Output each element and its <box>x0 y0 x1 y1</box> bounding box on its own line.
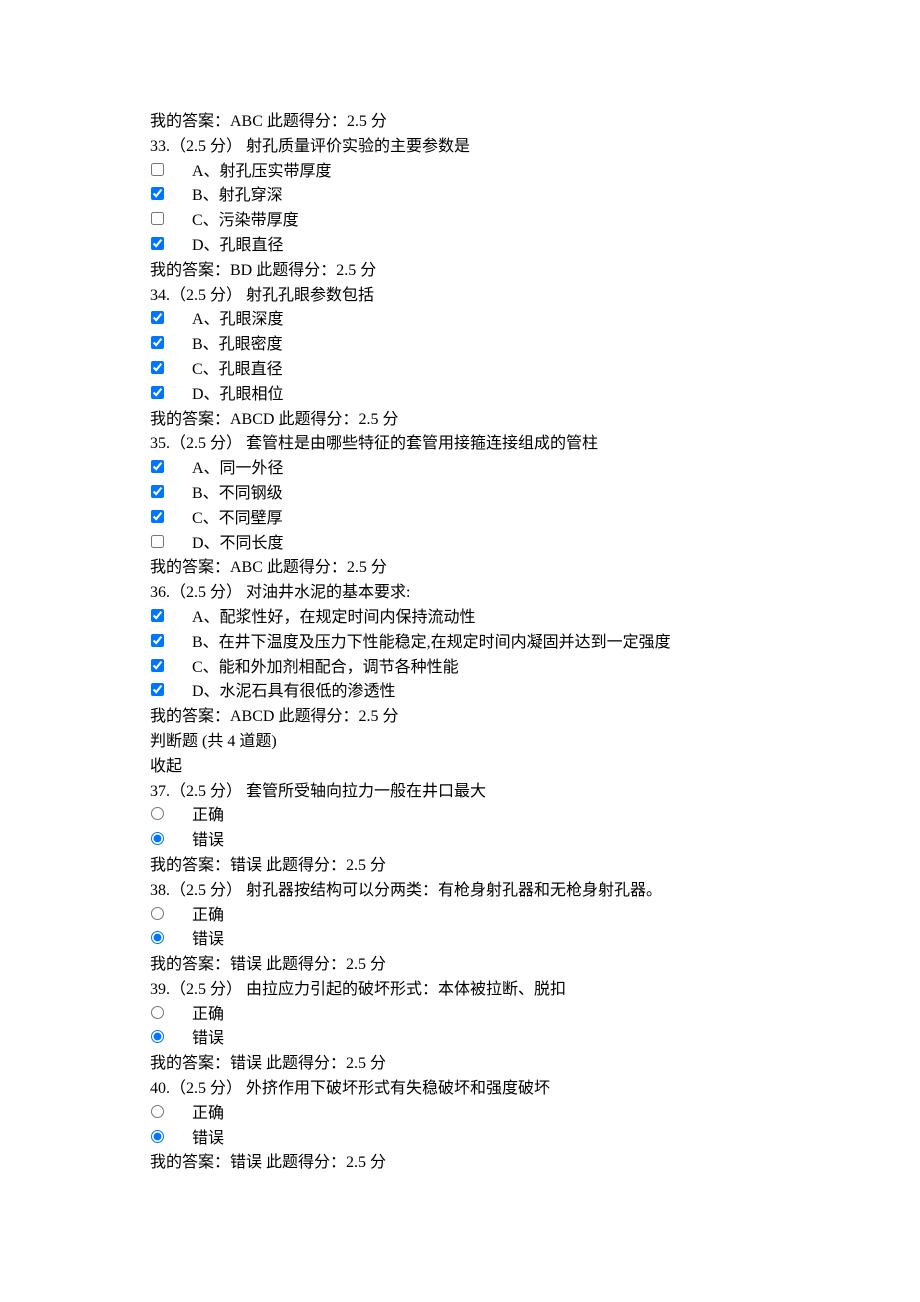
q35-option-c-text: C、不同壁厚 <box>192 507 780 532</box>
q36-checkbox-c[interactable] <box>151 659 164 672</box>
q38-radio-correct[interactable] <box>151 907 164 920</box>
q34-option-b: B、孔眼密度 <box>150 333 780 358</box>
q40-title: 40.（2.5 分） 外挤作用下破坏形式有失稳破坏和强度破坏 <box>150 1077 780 1102</box>
q36-option-c: C、能和外加剂相配合，调节各种性能 <box>150 656 780 681</box>
q35-option-a: A、同一外径 <box>150 457 780 482</box>
q37-incorrect-label: 错误 <box>192 829 780 854</box>
q39-title: 39.（2.5 分） 由拉应力引起的破坏形式：本体被拉断、脱扣 <box>150 978 780 1003</box>
q33-option-d: D、孔眼直径 <box>150 234 780 259</box>
q36-option-d-text: D、水泥石具有很低的渗透性 <box>192 680 780 705</box>
q34-option-d-text: D、孔眼相位 <box>192 383 780 408</box>
q37-option-incorrect: 错误 <box>150 829 780 854</box>
q38-title: 38.（2.5 分） 射孔器按结构可以分两类：有枪身射孔器和无枪身射孔器。 <box>150 879 780 904</box>
q34-option-d: D、孔眼相位 <box>150 383 780 408</box>
q33-checkbox-c[interactable] <box>151 212 164 225</box>
q35-title: 35.（2.5 分） 套管柱是由哪些特征的套管用接箍连接组成的管柱 <box>150 432 780 457</box>
q40-correct-label: 正确 <box>192 1102 780 1127</box>
q35-option-d: D、不同长度 <box>150 532 780 557</box>
q38-option-correct: 正确 <box>150 904 780 929</box>
q36-option-b-text: B、在井下温度及压力下性能稳定,在规定时间内凝固并达到一定强度 <box>192 631 780 656</box>
q34-checkbox-b[interactable] <box>151 336 164 349</box>
q34-option-a-text: A、孔眼深度 <box>192 308 780 333</box>
q34-option-c-text: C、孔眼直径 <box>192 358 780 383</box>
q35-checkbox-a[interactable] <box>151 460 164 473</box>
q40-incorrect-label: 错误 <box>192 1127 780 1152</box>
q34-option-a: A、孔眼深度 <box>150 308 780 333</box>
q39-radio-incorrect[interactable] <box>151 1030 164 1043</box>
q35-checkbox-d[interactable] <box>151 535 164 548</box>
q38-radio-incorrect[interactable] <box>151 931 164 944</box>
q37-answer: 我的答案：错误 此题得分：2.5 分 <box>150 854 780 879</box>
q39-option-incorrect: 错误 <box>150 1027 780 1052</box>
q34-option-c: C、孔眼直径 <box>150 358 780 383</box>
q34-checkbox-a[interactable] <box>151 311 164 324</box>
q35-option-c: C、不同壁厚 <box>150 507 780 532</box>
q36-answer: 我的答案：ABCD 此题得分：2.5 分 <box>150 705 780 730</box>
q35-option-d-text: D、不同长度 <box>192 532 780 557</box>
q36-option-a-text: A、配浆性好，在规定时间内保持流动性 <box>192 606 780 631</box>
q39-correct-label: 正确 <box>192 1003 780 1028</box>
q40-answer: 我的答案：错误 此题得分：2.5 分 <box>150 1151 780 1176</box>
q34-option-b-text: B、孔眼密度 <box>192 333 780 358</box>
q36-option-b: B、在井下温度及压力下性能稳定,在规定时间内凝固并达到一定强度 <box>150 631 780 656</box>
q35-option-b: B、不同钢级 <box>150 482 780 507</box>
q36-option-c-text: C、能和外加剂相配合，调节各种性能 <box>192 656 780 681</box>
q39-incorrect-label: 错误 <box>192 1027 780 1052</box>
q33-option-b: B、射孔穿深 <box>150 184 780 209</box>
q39-option-correct: 正确 <box>150 1003 780 1028</box>
q37-option-correct: 正确 <box>150 804 780 829</box>
q37-correct-label: 正确 <box>192 804 780 829</box>
q35-checkbox-c[interactable] <box>151 510 164 523</box>
q33-option-c-text: C、污染带厚度 <box>192 209 780 234</box>
q40-radio-incorrect[interactable] <box>151 1130 164 1143</box>
q33-checkbox-a[interactable] <box>151 163 164 176</box>
q35-checkbox-b[interactable] <box>151 485 164 498</box>
q37-radio-correct[interactable] <box>151 807 164 820</box>
q33-option-c: C、污染带厚度 <box>150 209 780 234</box>
q33-option-a: A、射孔压实带厚度 <box>150 160 780 185</box>
q38-incorrect-label: 错误 <box>192 928 780 953</box>
q35-answer: 我的答案：ABC 此题得分：2.5 分 <box>150 556 780 581</box>
q33-option-a-text: A、射孔压实带厚度 <box>192 160 780 185</box>
q34-answer: 我的答案：ABCD 此题得分：2.5 分 <box>150 408 780 433</box>
q33-checkbox-d[interactable] <box>151 237 164 250</box>
q33-checkbox-b[interactable] <box>151 187 164 200</box>
q40-radio-correct[interactable] <box>151 1105 164 1118</box>
q36-title: 36.（2.5 分） 对油井水泥的基本要求: <box>150 581 780 606</box>
q33-title: 33.（2.5 分） 射孔质量评价实验的主要参数是 <box>150 135 780 160</box>
collapse-toggle[interactable]: 收起 <box>150 755 780 780</box>
q33-option-d-text: D、孔眼直径 <box>192 234 780 259</box>
q36-checkbox-b[interactable] <box>151 634 164 647</box>
q34-title: 34.（2.5 分） 射孔孔眼参数包括 <box>150 284 780 309</box>
q36-option-d: D、水泥石具有很低的渗透性 <box>150 680 780 705</box>
q38-answer: 我的答案：错误 此题得分：2.5 分 <box>150 953 780 978</box>
q37-radio-incorrect[interactable] <box>151 832 164 845</box>
q35-option-b-text: B、不同钢级 <box>192 482 780 507</box>
q34-checkbox-d[interactable] <box>151 386 164 399</box>
q40-option-incorrect: 错误 <box>150 1127 780 1152</box>
q33-option-b-text: B、射孔穿深 <box>192 184 780 209</box>
q36-checkbox-a[interactable] <box>151 609 164 622</box>
q36-option-a: A、配浆性好，在规定时间内保持流动性 <box>150 606 780 631</box>
tf-section-header: 判断题 (共 4 道题) <box>150 730 780 755</box>
q34-checkbox-c[interactable] <box>151 361 164 374</box>
q35-option-a-text: A、同一外径 <box>192 457 780 482</box>
q40-option-correct: 正确 <box>150 1102 780 1127</box>
q32-answer: 我的答案：ABC 此题得分：2.5 分 <box>150 110 780 135</box>
q39-answer: 我的答案：错误 此题得分：2.5 分 <box>150 1052 780 1077</box>
q36-checkbox-d[interactable] <box>151 683 164 696</box>
q38-correct-label: 正确 <box>192 904 780 929</box>
q37-title: 37.（2.5 分） 套管所受轴向拉力一般在井口最大 <box>150 780 780 805</box>
q39-radio-correct[interactable] <box>151 1006 164 1019</box>
q38-option-incorrect: 错误 <box>150 928 780 953</box>
q33-answer: 我的答案：BD 此题得分：2.5 分 <box>150 259 780 284</box>
